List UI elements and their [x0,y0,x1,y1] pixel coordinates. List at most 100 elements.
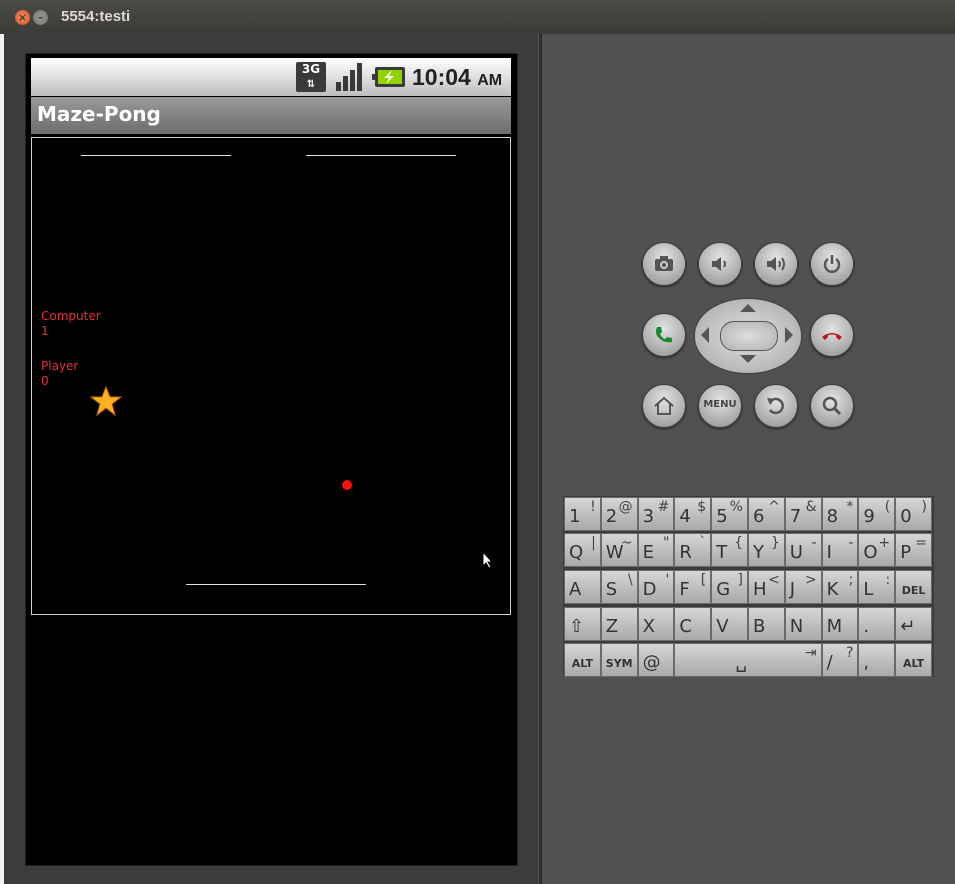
key-g-label: G [716,579,731,600]
key-6[interactable]: 6 ^ [748,497,785,531]
home-button[interactable] [642,384,686,428]
key-alt-right-label: ALT [902,657,925,670]
shift-key[interactable]: ⇧ [564,607,601,641]
key-w[interactable]: W ~ [600,533,638,567]
key-alt-left[interactable]: ALT [564,643,601,677]
key-z-label: Z [605,616,619,637]
key-1[interactable]: 1! [564,497,601,531]
dpad-right-icon[interactable] [784,326,794,344]
dpad-left-icon[interactable] [700,326,710,344]
star-icon [90,385,122,417]
key-h-alt-label: < [768,572,780,588]
key-9[interactable]: 9( [858,497,896,531]
key-d[interactable]: D ' [637,570,675,604]
dpad-down-icon[interactable] [739,354,757,364]
key-slash-alt-label: ? [845,645,854,661]
key-5[interactable]: 5% [711,497,748,531]
computer-score-value: 1 [41,324,49,338]
key-delete[interactable]: DEL [895,570,932,604]
key-b-label: B [753,616,766,637]
key-f[interactable]: F[ [674,570,712,604]
key-b[interactable]: B [748,607,785,641]
key-f-label: F [679,579,690,600]
key-e[interactable]: E " [637,533,675,567]
key-s[interactable]: S \ [600,570,638,604]
key-i[interactable]: I- [821,533,859,567]
end-call-button[interactable] [810,313,854,357]
key-1-alt-label: ! [590,499,596,515]
key-7-label: 7 [789,506,802,527]
key-h[interactable]: H < [748,570,785,604]
key-f-alt-label: [ [700,572,707,588]
key-at[interactable]: @ [637,643,675,677]
power-icon [823,255,841,273]
key-m[interactable]: M [821,607,859,641]
key-comma[interactable]: , [858,643,896,677]
player-paddle[interactable] [186,584,366,585]
key-0[interactable]: 0) [895,497,932,531]
key-alt-left-label: ALT [571,657,593,670]
key-z[interactable]: Z [600,607,638,641]
key-g-alt-label: ] [737,572,743,588]
key-p[interactable]: P = [895,533,932,567]
menu-button[interactable]: MENU [698,384,742,428]
network-3g-icon: 3G ⇅ [296,62,326,92]
key-v[interactable]: V [711,607,748,641]
key-c[interactable]: C [674,607,712,641]
key-y[interactable]: Y} [748,533,785,567]
key-k[interactable]: K; [821,570,859,604]
key-alt-right[interactable]: ALT [895,643,932,677]
key-o[interactable]: O + [858,533,896,567]
key-r-label: R [679,542,692,563]
key-y-alt-label: } [770,535,780,551]
dpad-center-button[interactable] [720,321,778,351]
enter-icon: ↵ [900,616,916,637]
controls-panel [542,34,955,884]
volume-down-button[interactable] [698,242,742,286]
key-2-alt-label: @ [618,499,633,515]
camera-button[interactable] [642,242,686,286]
key-period-label: . [863,616,870,637]
computer-score-label: Computer [41,309,101,323]
key-7[interactable]: 7 & [784,497,822,531]
key-4[interactable]: 4 $ [674,497,712,531]
key-8[interactable]: 8 * [821,497,859,531]
key-enter[interactable]: ↵ [895,607,932,641]
key-o-label: O [863,542,878,563]
key-4-label: 4 [679,506,691,527]
search-button[interactable] [810,384,854,428]
key-t[interactable]: T{ [711,533,748,567]
key-u[interactable]: U- [784,533,822,567]
game-ball [342,480,352,490]
volume-down-icon [712,257,726,271]
phone-green-icon [656,327,672,343]
key-slash[interactable]: /? [821,643,859,677]
key-space[interactable]: ␣ ⇥ [674,643,822,677]
minimize-icon[interactable]: – [33,10,48,25]
key-t-alt-label: { [734,535,743,551]
volume-up-button[interactable] [754,242,798,286]
dpad-up-icon[interactable] [739,303,757,313]
key-2[interactable]: 2 @ [600,497,638,531]
key-period[interactable]: . [858,607,896,641]
key-j[interactable]: J > [784,570,822,604]
key-9-alt-label: ( [884,499,891,515]
key-n[interactable]: N [784,607,822,641]
key-g[interactable]: G] [711,570,748,604]
home-icon [654,396,674,415]
power-button[interactable] [810,242,854,286]
key-x[interactable]: X [637,607,675,641]
key-d-alt-label: ' [665,572,670,588]
key-q[interactable]: Q | [564,533,601,567]
phone-red-icon [822,333,842,340]
back-button[interactable] [754,384,798,428]
game-canvas[interactable] [31,137,511,615]
key-space-label: ␣ [735,652,747,673]
call-button[interactable] [642,313,686,357]
close-icon[interactable]: × [15,10,30,25]
key-a[interactable]: A [564,570,601,604]
key-l[interactable]: L: [858,570,896,604]
key-r[interactable]: R ` [674,533,712,567]
key-sym[interactable]: SYM [600,643,638,677]
key-3[interactable]: 3 # [637,497,675,531]
